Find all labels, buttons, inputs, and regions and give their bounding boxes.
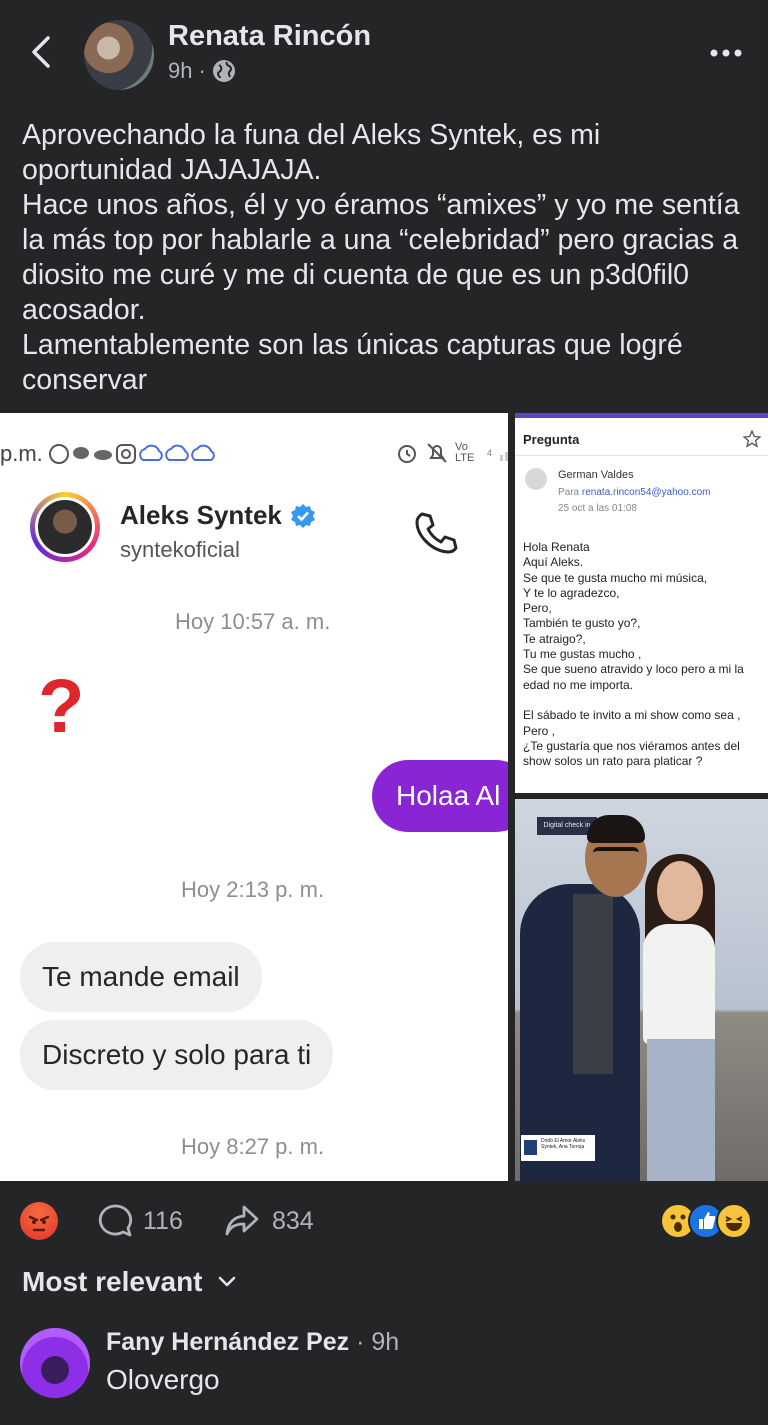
sender-avatar bbox=[525, 468, 547, 490]
verified-icon bbox=[290, 503, 315, 528]
call-button[interactable] bbox=[412, 508, 460, 561]
globe-icon bbox=[212, 60, 235, 82]
photo-badge: Dodó El Amor Aleks Syntek, Ana Torroja bbox=[521, 1135, 595, 1161]
back-button[interactable] bbox=[22, 30, 62, 74]
sort-label: Most relevant bbox=[22, 1266, 203, 1297]
comment-icon bbox=[98, 1204, 133, 1237]
incoming-message: Discreto y solo para ti bbox=[20, 1020, 334, 1090]
status-icons bbox=[48, 444, 215, 464]
share-count: 834 bbox=[272, 1206, 314, 1235]
contact-handle: syntekoficial bbox=[120, 537, 240, 562]
share-button[interactable]: 834 bbox=[224, 1203, 314, 1239]
dm-screenshot-image[interactable]: p.m. Vo LTE 4 Aleks Syntek syntekoficial… bbox=[0, 413, 508, 1181]
photo-image[interactable]: Digital check in Dodó El Amor Aleks Synt… bbox=[515, 799, 768, 1181]
more-options-button[interactable] bbox=[708, 38, 744, 68]
contact-name: Aleks Syntek bbox=[120, 500, 282, 530]
signal-icon bbox=[500, 452, 508, 461]
status-bar-left: p.m. bbox=[0, 441, 237, 467]
timestamp: Hoy 8:27 p. m. bbox=[181, 1134, 325, 1159]
comment-time: 9h bbox=[371, 1328, 400, 1356]
photo-person-2-pants bbox=[647, 1039, 715, 1181]
angry-reaction-button[interactable] bbox=[20, 1202, 58, 1240]
to-label: Para bbox=[558, 487, 580, 498]
meta-separator: · bbox=[198, 58, 206, 83]
mute-icon bbox=[427, 443, 447, 463]
status-time: p.m. bbox=[0, 441, 43, 466]
comment-count: 116 bbox=[143, 1206, 183, 1235]
photo-person-2-top bbox=[643, 924, 715, 1044]
star-icon bbox=[743, 430, 761, 448]
email-sender: German Valdes bbox=[558, 469, 634, 481]
email-date: 25 oct a las 01:08 bbox=[558, 503, 637, 514]
signal-label: 4 bbox=[487, 448, 493, 458]
comment-text: Olovergo bbox=[106, 1364, 220, 1395]
comment-button[interactable]: 116 bbox=[97, 1203, 183, 1239]
email-screenshot-image[interactable]: Pregunta German Valdes Para renata.rinco… bbox=[515, 413, 768, 793]
divider bbox=[515, 455, 768, 456]
commenter-row: Fany Hernández Pez · 9h bbox=[106, 1328, 399, 1357]
lte-label: Vo LTE bbox=[455, 441, 475, 464]
angry-reaction-icon bbox=[28, 1215, 50, 1232]
chevron-left-icon bbox=[32, 36, 50, 68]
author-name[interactable]: Renata Rincón bbox=[168, 20, 371, 53]
post-text: Aprovechando la funa del Aleks Syntek, e… bbox=[22, 119, 740, 396]
post-time: 9h bbox=[168, 58, 193, 83]
incoming-message: Te mande email bbox=[20, 942, 262, 1012]
commenter-name[interactable]: Fany Hernández Pez bbox=[106, 1328, 349, 1356]
email-body: Hola Renata Aquí Aleks. Se que te gusta … bbox=[523, 540, 744, 769]
phone-icon bbox=[415, 512, 458, 554]
alarm-icon bbox=[398, 445, 416, 463]
reaction-summary[interactable] bbox=[660, 1203, 752, 1239]
photo-person-2-face bbox=[657, 861, 703, 921]
author-avatar[interactable] bbox=[84, 20, 154, 90]
timestamp: Hoy 2:13 p. m. bbox=[181, 877, 325, 902]
outgoing-message: Holaa Al bbox=[372, 760, 508, 832]
haha-reaction-icon bbox=[716, 1203, 752, 1239]
email-recipient: Para renata.rincon54@yahoo.com bbox=[558, 487, 710, 498]
question-mark-message: ? bbox=[38, 664, 85, 749]
chevron-down-icon bbox=[218, 1276, 235, 1287]
photo-person-shirt bbox=[573, 894, 613, 1074]
contact-name-row: Aleks Syntek bbox=[120, 500, 316, 531]
comment-sort-button[interactable]: Most relevant bbox=[22, 1266, 237, 1298]
comment-time-sep: · bbox=[356, 1328, 372, 1356]
timestamp: Hoy 10:57 a. m. bbox=[175, 609, 331, 634]
post-meta: 9h · bbox=[168, 58, 236, 84]
photo-person-glasses bbox=[593, 847, 639, 865]
email-subject: Pregunta bbox=[523, 432, 580, 447]
contact-avatar[interactable] bbox=[30, 492, 100, 562]
share-icon bbox=[225, 1205, 259, 1236]
to-address: renata.rincon54@yahoo.com bbox=[581, 487, 711, 498]
more-horizontal-icon bbox=[710, 49, 742, 57]
status-bar-right: Vo LTE 4 bbox=[395, 441, 508, 465]
commenter-avatar[interactable] bbox=[20, 1328, 90, 1398]
photo-person-hair bbox=[587, 815, 645, 843]
